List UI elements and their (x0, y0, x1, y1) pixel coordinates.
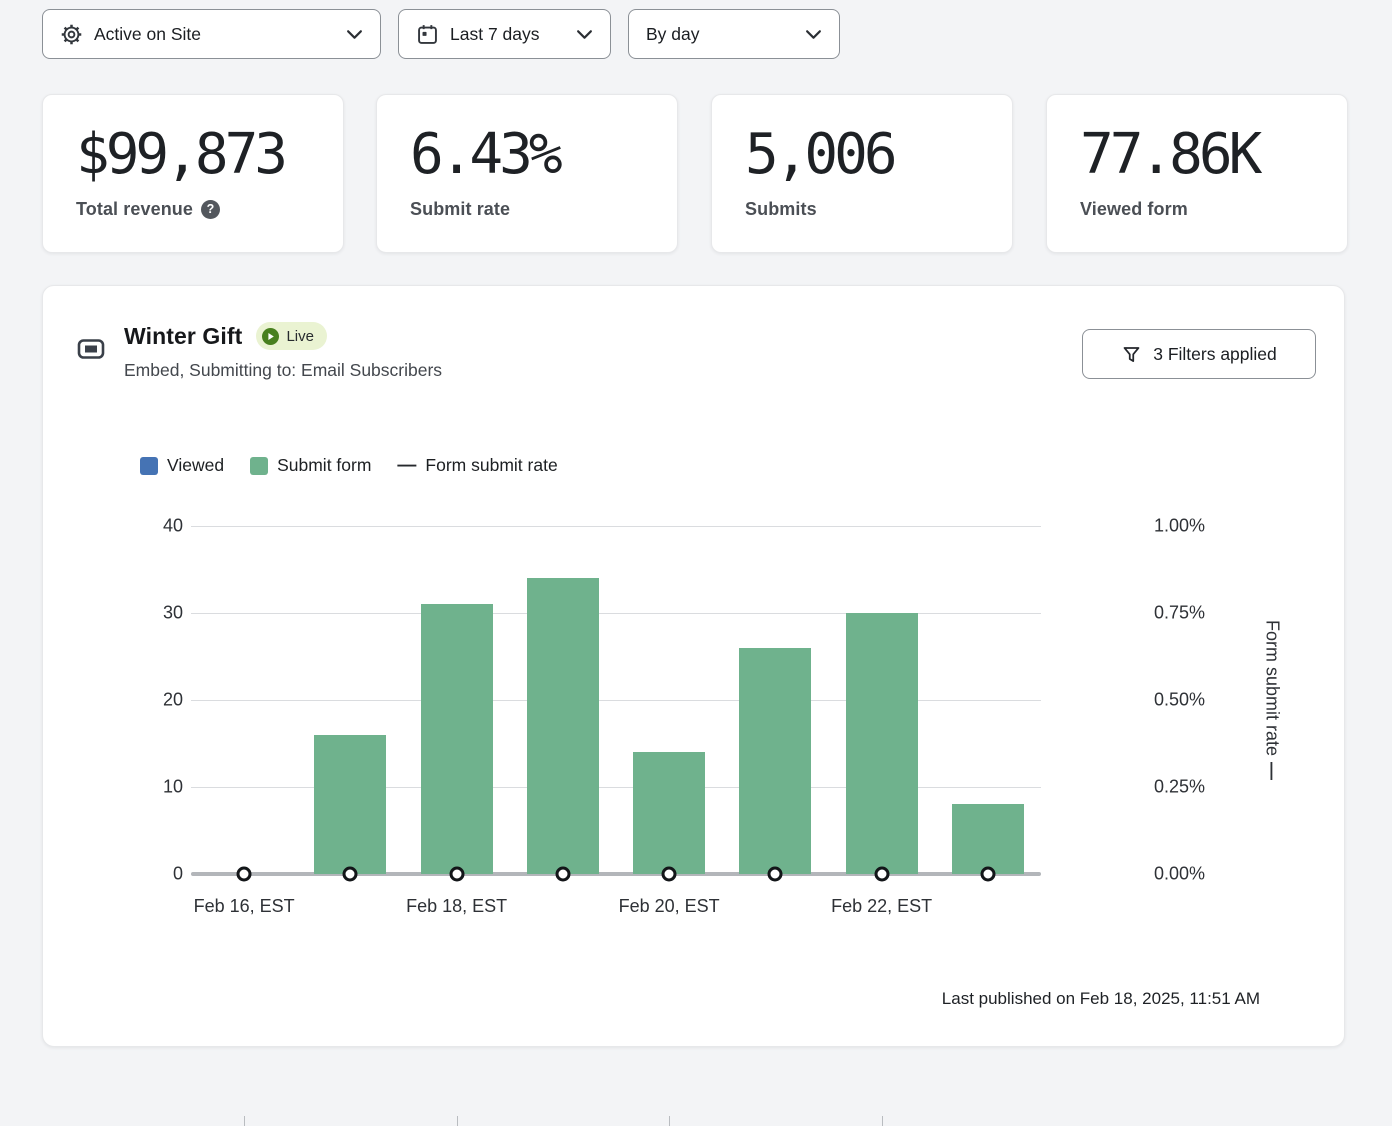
stat-card-submit-rate: 6.43% Submit rate (376, 94, 678, 253)
interval-dropdown[interactable]: By day (628, 9, 840, 59)
funnel-icon (1121, 344, 1142, 365)
x-axis-tick (669, 1116, 670, 1126)
left-axis-tick-label: 0 (173, 864, 183, 885)
chart-legend: Viewed Submit form — Form submit rate (140, 455, 558, 476)
right-axis-title-label: Form submit rate (1262, 620, 1283, 756)
rate-line-marker[interactable] (662, 867, 677, 882)
segment-dropdown[interactable]: Active on Site (42, 9, 381, 59)
left-axis-tick-label: 10 (163, 777, 183, 798)
interval-dropdown-label: By day (646, 24, 700, 45)
rate-line-marker[interactable] (874, 867, 889, 882)
stat-value: $99,873 (76, 127, 343, 183)
rate-line-marker[interactable] (555, 867, 570, 882)
stat-card-submits: 5,006 Submits (711, 94, 1013, 253)
play-circle-icon (262, 328, 279, 345)
legend-item-viewed[interactable]: Viewed (140, 455, 224, 476)
right-axis-tick-label: 0.25% (1154, 777, 1205, 798)
legend-label: Submit form (277, 455, 371, 476)
stat-label: Total revenue (76, 199, 193, 220)
left-axis-tick-label: 20 (163, 690, 183, 711)
stat-value: 5,006 (745, 127, 1012, 183)
chevron-down-icon (576, 29, 593, 40)
x-axis-label: Feb 18, EST (406, 896, 507, 917)
rate-line-marker[interactable] (449, 867, 464, 882)
stat-card-total-revenue: $99,873 Total revenue ? (42, 94, 344, 253)
rate-line-marker[interactable] (980, 867, 995, 882)
gridline (191, 526, 1041, 527)
stat-label: Viewed form (1080, 199, 1188, 220)
line-swatch-icon: — (397, 457, 416, 475)
right-axis-tick-label: 0.75% (1154, 603, 1205, 624)
left-axis-tick-label: 40 (163, 516, 183, 537)
bar-submit-form[interactable] (952, 804, 1024, 874)
square-swatch-icon (250, 457, 268, 475)
stat-label: Submits (745, 199, 817, 220)
x-axis-tick (244, 1116, 245, 1126)
right-axis-tick-label: 0.00% (1154, 864, 1205, 885)
legend-item-submit-form[interactable]: Submit form (250, 455, 371, 476)
forms-performance-chart: Feb 16, ESTFeb 18, ESTFeb 20, ESTFeb 22,… (191, 526, 1041, 874)
date-range-dropdown-label: Last 7 days (450, 24, 540, 45)
x-axis-label: Feb 22, EST (831, 896, 932, 917)
line-series-dash: — (1262, 762, 1283, 780)
segment-dropdown-label: Active on Site (94, 24, 201, 45)
x-axis-tick (457, 1116, 458, 1126)
embed-form-icon (76, 334, 106, 369)
form-performance-card: Winter Gift Live Embed, Submitting to: E… (42, 285, 1345, 1047)
bar-submit-form[interactable] (527, 578, 599, 874)
stat-value: 77.86K (1080, 127, 1347, 183)
right-axis-tick-label: 1.00% (1154, 516, 1205, 537)
square-swatch-icon (140, 457, 158, 475)
stat-label: Submit rate (410, 199, 510, 220)
right-axis-title: Form submit rate — (1259, 526, 1285, 874)
question-mark-icon[interactable]: ? (201, 200, 220, 219)
bar-submit-form[interactable] (633, 752, 705, 874)
bar-submit-form[interactable] (421, 604, 493, 874)
date-range-dropdown[interactable]: Last 7 days (398, 9, 611, 59)
gear-icon (60, 23, 83, 46)
right-y-axis: 0.00%0.25%0.50%0.75%1.00% (1154, 526, 1244, 874)
rate-line-marker[interactable] (343, 867, 358, 882)
form-subtitle: Embed, Submitting to: Email Subscribers (124, 360, 442, 381)
status-badge-label: Live (286, 328, 314, 345)
legend-label: Form submit rate (425, 455, 557, 476)
chevron-down-icon (805, 29, 822, 40)
rate-line-marker[interactable] (237, 867, 252, 882)
stat-value: 6.43% (410, 127, 677, 183)
calendar-icon (416, 23, 439, 46)
bar-submit-form[interactable] (739, 648, 811, 874)
left-axis-tick-label: 30 (163, 603, 183, 624)
bar-submit-form[interactable] (846, 613, 918, 874)
status-badge: Live (256, 322, 327, 350)
left-y-axis: 010203040 (127, 526, 183, 874)
filters-applied-button[interactable]: 3 Filters applied (1082, 329, 1316, 379)
filters-applied-label: 3 Filters applied (1153, 344, 1277, 365)
x-axis-tick (882, 1116, 883, 1126)
stat-card-viewed-form: 77.86K Viewed form (1046, 94, 1348, 253)
bar-submit-form[interactable] (314, 735, 386, 874)
legend-label: Viewed (167, 455, 224, 476)
x-axis-label: Feb 16, EST (194, 896, 295, 917)
x-axis-label: Feb 20, EST (619, 896, 720, 917)
form-title: Winter Gift (124, 323, 242, 350)
last-published-note: Last published on Feb 18, 2025, 11:51 AM (942, 989, 1260, 1009)
right-axis-tick-label: 0.50% (1154, 690, 1205, 711)
legend-item-form-submit-rate[interactable]: — Form submit rate (397, 455, 557, 476)
chevron-down-icon (346, 29, 363, 40)
rate-line-marker[interactable] (768, 867, 783, 882)
